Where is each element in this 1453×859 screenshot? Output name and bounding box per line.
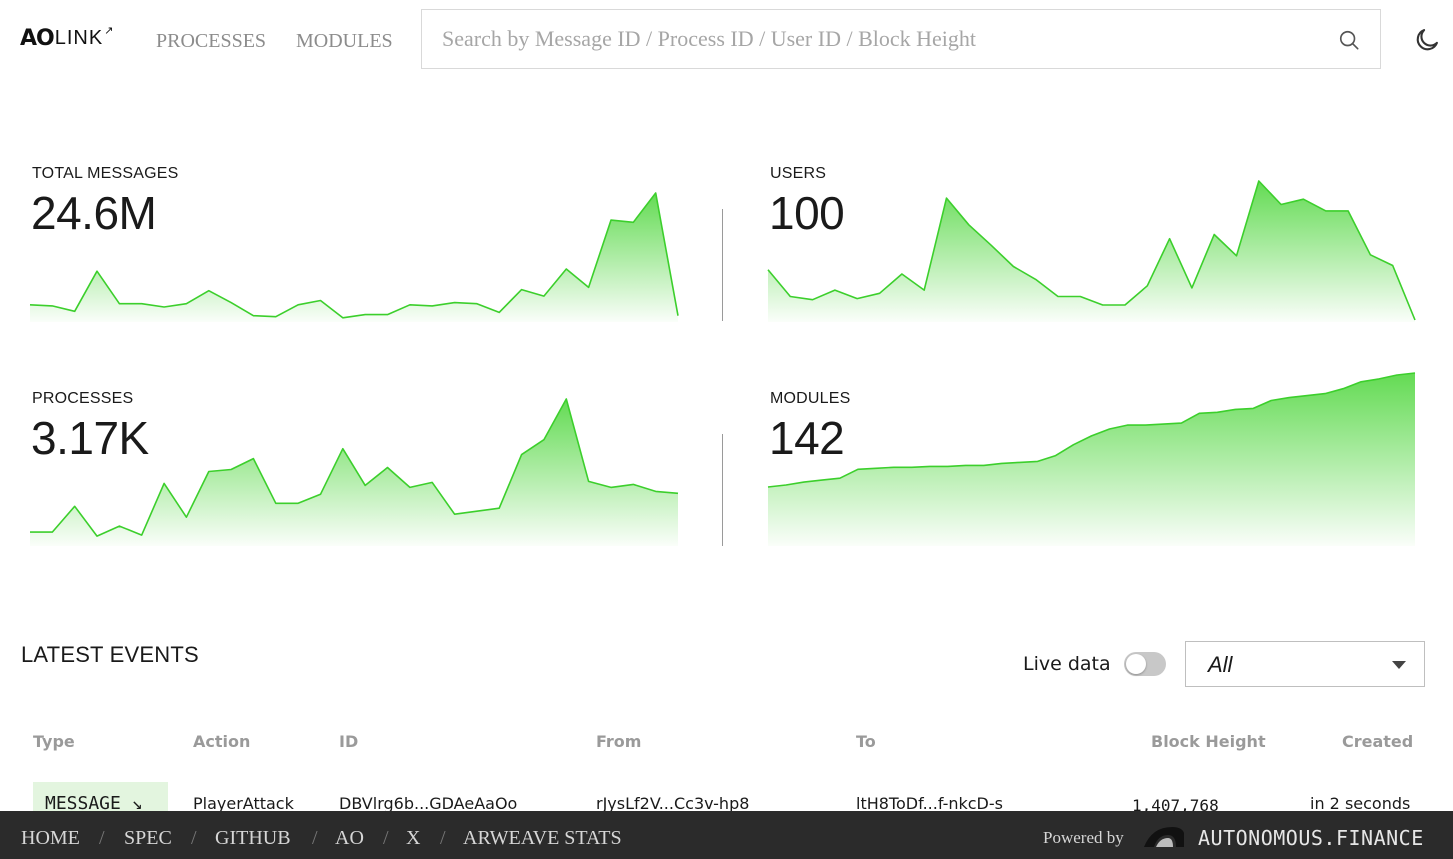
total-messages-chart [29, 192, 679, 322]
footer-home-link[interactable]: HOME [21, 827, 80, 850]
event-type-select[interactable]: All [1185, 641, 1425, 687]
total_messages-area [30, 193, 678, 322]
latest-events-title: LATEST EVENTS [21, 642, 199, 667]
footer-separator: / [312, 827, 318, 849]
chevron-down-icon [1392, 661, 1406, 669]
processes-chart [30, 398, 679, 546]
nav-modules-link[interactable]: MODULES [296, 30, 393, 53]
logo-link-text: LINK [54, 26, 104, 49]
search-input[interactable] [422, 10, 1322, 68]
column-header-from[interactable]: From [596, 732, 641, 751]
processes-area [30, 399, 678, 546]
modules-area [768, 373, 1415, 546]
footer-ao-link[interactable]: AO [335, 827, 364, 850]
logo-arrow-icon: ↗ [104, 24, 114, 37]
column-header-block-height[interactable]: Block Height [1151, 732, 1266, 751]
column-header-type[interactable]: Type [33, 732, 75, 751]
live-data-toggle[interactable] [1124, 652, 1166, 676]
total-messages-label: TOTAL MESSAGES [32, 165, 179, 182]
footer-github-link[interactable]: GITHUB [215, 827, 291, 850]
autonomous-finance-logo-icon [1144, 827, 1184, 847]
modules-chart [767, 372, 1416, 546]
footer-spec-link[interactable]: SPEC [124, 827, 172, 850]
toggle-knob [1126, 654, 1146, 674]
powered-by-text: Powered by [1043, 828, 1124, 847]
logo-ao-text: AO [20, 25, 55, 51]
footer-x-link[interactable]: X [406, 827, 420, 850]
column-header-created[interactable]: Created [1342, 732, 1413, 751]
moon-icon[interactable] [1413, 26, 1441, 54]
column-header-to[interactable]: To [856, 732, 876, 751]
users-chart [767, 180, 1416, 322]
search-box [421, 9, 1381, 69]
footer-arweave-stats-link[interactable]: ARWEAVE STATS [463, 827, 622, 850]
column-header-id[interactable]: ID [339, 732, 358, 751]
aolink-logo[interactable]: AO LINK ↗ [20, 24, 114, 51]
footer-separator: / [440, 827, 446, 849]
stats-divider-top [722, 209, 723, 321]
live-data-label: Live data [1023, 653, 1111, 675]
stats-divider-bottom [722, 434, 723, 546]
footer-separator: / [99, 827, 105, 849]
autonomous-finance-link[interactable]: AUTONOMOUS.FINANCE [1198, 826, 1424, 850]
footer-separator: / [191, 827, 197, 849]
column-header-action[interactable]: Action [193, 732, 250, 751]
search-icon[interactable] [1338, 29, 1360, 51]
footer: HOME / SPEC / GITHUB / AO / X / ARWEAVE … [0, 811, 1453, 859]
footer-separator: / [383, 827, 389, 849]
event-type-select-value: All [1208, 652, 1233, 677]
nav-processes-link[interactable]: PROCESSES [156, 30, 266, 53]
